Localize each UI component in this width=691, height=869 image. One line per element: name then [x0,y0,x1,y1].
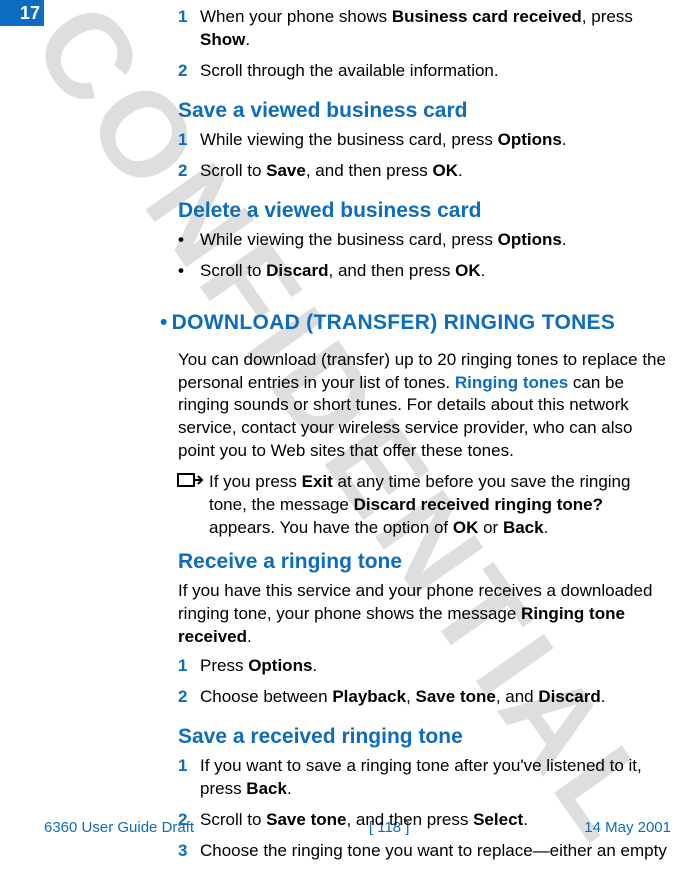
heading-download-tones: •DOWNLOAD (TRANSFER) RINGING TONES [160,311,671,335]
receive-steps: 1 Press Options. 2 Choose between Playba… [178,655,671,709]
bullet-icon: • [178,229,200,252]
ringing-tones-link[interactable]: Ringing tones [455,373,568,392]
list-item: 1 When your phone shows Business card re… [178,6,671,52]
list-item: • While viewing the business card, press… [178,229,671,252]
step-text: Choose the ringing tone you want to repl… [200,840,667,863]
step-number: 1 [178,655,200,678]
step-number: 1 [178,129,200,152]
list-item: 2 Scroll through the available informati… [178,60,671,83]
step-number: 1 [178,755,200,778]
list-item: 2 Choose between Playback, Save tone, an… [178,686,671,709]
note-arrow-icon [177,471,209,498]
list-item: 1 If you want to save a ringing tone aft… [178,755,671,801]
step-text: Press Options. [200,655,317,678]
heading-save-received-tone: Save a received ringing tone [178,725,671,749]
bullet-icon: • [178,260,200,283]
bullet-text: While viewing the business card, press O… [200,229,567,252]
step-number: 2 [178,60,200,83]
step-text: Scroll through the available information… [200,60,499,83]
step-text: When your phone shows Business card rece… [200,6,671,52]
list-item: 1 Press Options. [178,655,671,678]
heading-receive-tone: Receive a ringing tone [178,550,671,574]
step-text: Scroll to Save, and then press OK. [200,160,463,183]
step-number: 3 [178,840,200,863]
download-intro-paragraph: You can download (transfer) up to 20 rin… [178,349,671,464]
step-number: 2 [178,160,200,183]
step-number: 2 [178,809,200,832]
heading-delete-viewed-card: Delete a viewed business card [178,199,671,223]
step-number: 2 [178,686,200,709]
list-item: 1 While viewing the business card, press… [178,129,671,152]
bullet-text: Scroll to Discard, and then press OK. [200,260,485,283]
note-text: If you press Exit at any time before you… [209,471,671,540]
note-block: If you press Exit at any time before you… [178,471,671,540]
save-viewed-steps: 1 While viewing the business card, press… [178,129,671,183]
step-text: Choose between Playback, Save tone, and … [200,686,605,709]
page-content: 1 When your phone shows Business card re… [0,0,691,863]
top-step-list: 1 When your phone shows Business card re… [178,0,671,83]
step-text: While viewing the business card, press O… [200,129,567,152]
heading-save-viewed-card: Save a viewed business card [178,99,671,123]
delete-viewed-bullets: • While viewing the business card, press… [178,229,671,283]
step-text: If you want to save a ringing tone after… [200,755,671,801]
receive-intro: If you have this service and your phone … [178,580,671,649]
list-item: • Scroll to Discard, and then press OK. [178,260,671,283]
list-item: 2 Scroll to Save, and then press OK. [178,160,671,183]
save-ring-steps: 1 If you want to save a ringing tone aft… [178,755,671,863]
step-number: 1 [178,6,200,29]
list-item: 2 Scroll to Save tone, and then press Se… [178,809,671,832]
list-item: 3 Choose the ringing tone you want to re… [178,840,671,863]
step-text: Scroll to Save tone, and then press Sele… [200,809,528,832]
